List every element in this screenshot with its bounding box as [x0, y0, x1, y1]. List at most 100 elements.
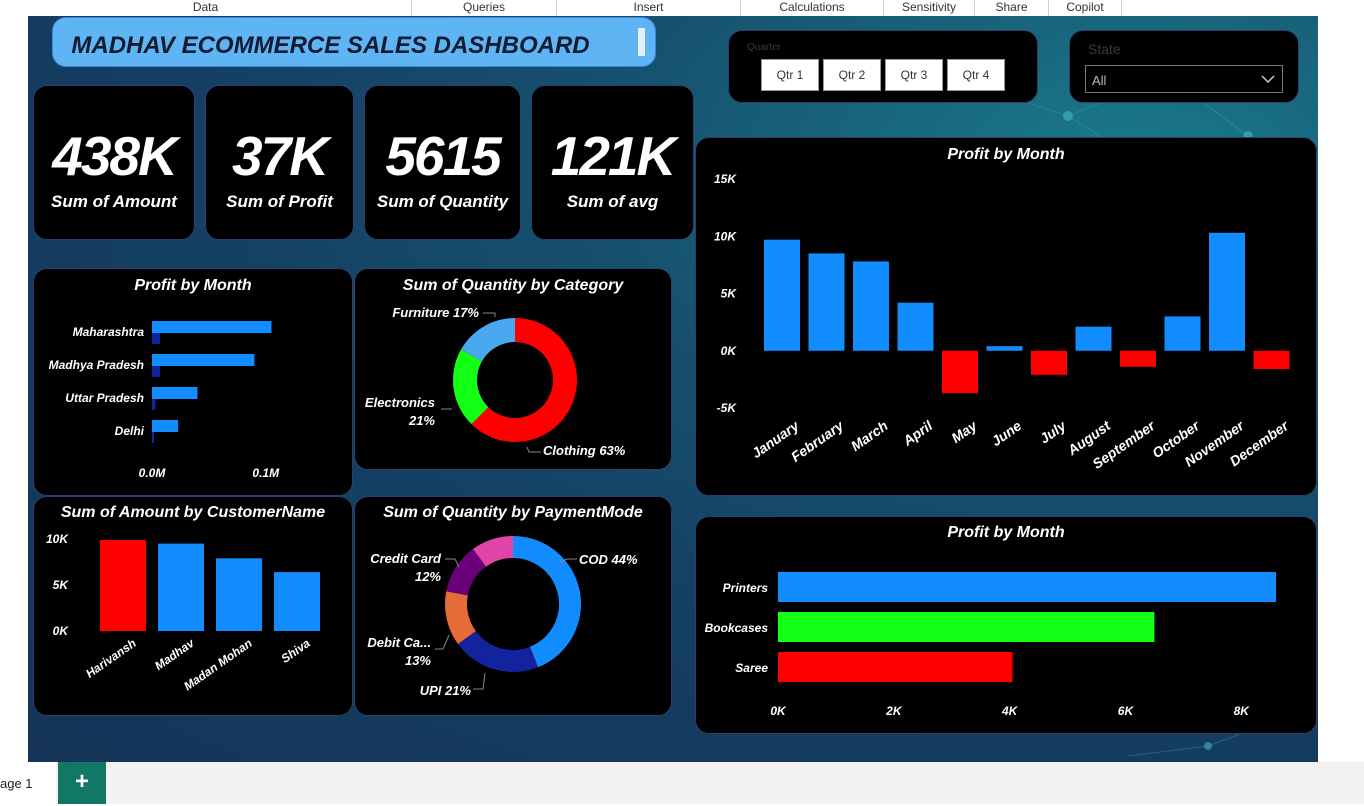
category-label: Uttar Pradesh — [65, 391, 144, 405]
quarter-button-q1[interactable]: Qtr 1 — [761, 59, 819, 91]
quarter-slicer-label: Quarter — [747, 42, 781, 53]
chart-panel-month: Profit by Month 15K 10K 5K 0K -5K January Febr… — [695, 137, 1317, 496]
bar — [778, 572, 1276, 602]
kpi-label: Sum of avg — [566, 192, 659, 211]
donut-slice — [513, 536, 581, 668]
month-column-chart: 15K10K5K0K-5KJanuaryFebruary March April Ma… — [714, 172, 1293, 472]
ribbon-tab-sensitivity[interactable]: Sensitivity — [884, 0, 975, 16]
bar — [274, 572, 320, 631]
bar — [1253, 350, 1290, 370]
y-tick-label: -5K — [717, 401, 738, 415]
bar — [808, 253, 845, 351]
bar — [1031, 350, 1067, 375]
bar — [1075, 326, 1112, 351]
subcategory-bar-chart: Printers Bookcases Saree 0K 2K 4K 6K 8K — [705, 572, 1276, 718]
chart-panel-state: Profit by Month Maharashtra Madhya Prades… — [33, 268, 353, 496]
data-label: Clothing 63% — [543, 443, 626, 458]
bar — [1120, 350, 1156, 367]
bar — [152, 387, 198, 399]
y-tick-label: 15K — [714, 172, 737, 186]
bar — [152, 420, 179, 432]
data-label: Debit Ca... — [367, 635, 431, 650]
category-label: March — [848, 417, 891, 454]
bar — [152, 399, 156, 410]
bar — [152, 366, 160, 377]
bar — [778, 652, 1013, 682]
kpi-value: 5615 — [385, 125, 501, 187]
state-dropdown-value: All — [1092, 73, 1107, 88]
category-label: May — [948, 417, 980, 446]
bar — [897, 302, 934, 351]
category-label: Printers — [723, 581, 769, 595]
title-scrollbar[interactable] — [638, 28, 645, 56]
y-tick-label: 0K — [721, 344, 738, 358]
y-tick-label: 5K — [721, 287, 738, 301]
x-tick-label: 4K — [1001, 704, 1019, 718]
quarter-button-q4[interactable]: Qtr 4 — [947, 59, 1005, 91]
x-tick-label: 0.1M — [252, 466, 280, 480]
chart-panel-payment: Sum of Quantity by PaymentMode COD 44% UP… — [354, 496, 672, 716]
leader-line — [483, 312, 496, 317]
category-label: Delhi — [115, 424, 145, 438]
add-page-button[interactable]: + — [58, 762, 106, 804]
bar — [764, 239, 800, 351]
y-tick-label: 10K — [46, 532, 69, 546]
category-label: Shiva — [278, 636, 313, 666]
chart-panel-customer: Sum of Amount by CustomerName 10K 5K 0K Har… — [33, 496, 353, 716]
dashboard-title: MADHAV ECOMMERCE SALES DASHBOARD — [71, 32, 590, 59]
data-label: UPI 21% — [420, 683, 472, 698]
category-label: Harivansh — [83, 636, 139, 681]
x-tick-label: 2K — [885, 704, 903, 718]
ribbon-tab-insert[interactable]: Insert — [557, 0, 741, 16]
donut-slice — [457, 631, 539, 672]
bar — [942, 350, 978, 394]
category-donut-chart: Clothing 63% Electronics 21% Furniture 17% — [365, 305, 626, 458]
bar — [158, 543, 204, 631]
state-dropdown[interactable]: All — [1085, 65, 1283, 93]
leader-line — [435, 634, 450, 650]
ribbon: Data Queries Insert Calculations Sensiti… — [0, 0, 1364, 17]
bar — [216, 558, 262, 631]
x-tick-label: 0.0M — [139, 466, 167, 480]
data-label: 13% — [405, 653, 431, 668]
ribbon-tab-share[interactable]: Share — [975, 0, 1049, 16]
kpi-card-profit: 37K Sum of Profit — [205, 85, 354, 240]
y-tick-label: 5K — [53, 578, 70, 592]
ribbon-tab-data[interactable]: Data — [0, 0, 412, 16]
bar — [1209, 232, 1245, 351]
data-label: Credit Card — [370, 551, 442, 566]
state-slicer: State All — [1069, 30, 1299, 103]
quarter-slicer: Quarter Qtr 1 Qtr 2 Qtr 3 Qtr 4 — [728, 30, 1038, 103]
kpi-value: 37K — [232, 125, 329, 187]
kpi-value: 438K — [52, 125, 177, 187]
category-label: Saree — [735, 661, 768, 675]
y-tick-label: 10K — [714, 229, 737, 243]
dashboard-title-box: MADHAV ECOMMERCE SALES DASHBOARD — [52, 17, 656, 67]
ribbon-tab-calculations[interactable]: Calculations — [741, 0, 884, 16]
chevron-down-icon — [1261, 75, 1275, 84]
bar — [152, 354, 255, 366]
y-tick-label: 0K — [53, 624, 70, 638]
leader-line — [526, 446, 541, 453]
category-label: June — [988, 417, 1024, 449]
bar — [152, 321, 272, 333]
x-tick-label: 0K — [770, 704, 787, 718]
quarter-button-q2[interactable]: Qtr 2 — [823, 59, 881, 91]
category-label: Maharashtra — [73, 325, 145, 339]
bar — [152, 333, 160, 344]
bar — [986, 346, 1023, 351]
category-label: Madhav — [152, 635, 198, 673]
state-bar-chart: Maharashtra Madhya Pradesh Uttar Pradesh De… — [49, 321, 280, 480]
data-label: Electronics — [365, 395, 435, 410]
category-label: Madhya Pradesh — [49, 358, 144, 372]
quarter-button-q3[interactable]: Qtr 3 — [885, 59, 943, 91]
chart-panel-subcategory: Profit by Month Printers Bookcases Saree 0K… — [695, 516, 1317, 734]
ribbon-tab-copilot[interactable]: Copilot — [1049, 0, 1122, 16]
customer-column-chart: 10K5K0KHarivansh MadhavMadan Mohan Shiva — [46, 532, 320, 693]
ribbon-tab-queries[interactable]: Queries — [412, 0, 557, 16]
page-tabs-bar: age 1 + — [0, 762, 1364, 804]
data-label: 12% — [415, 569, 441, 584]
x-tick-label: 8K — [1234, 704, 1251, 718]
page-tab[interactable]: age 1 — [0, 762, 56, 804]
bar — [853, 261, 889, 351]
